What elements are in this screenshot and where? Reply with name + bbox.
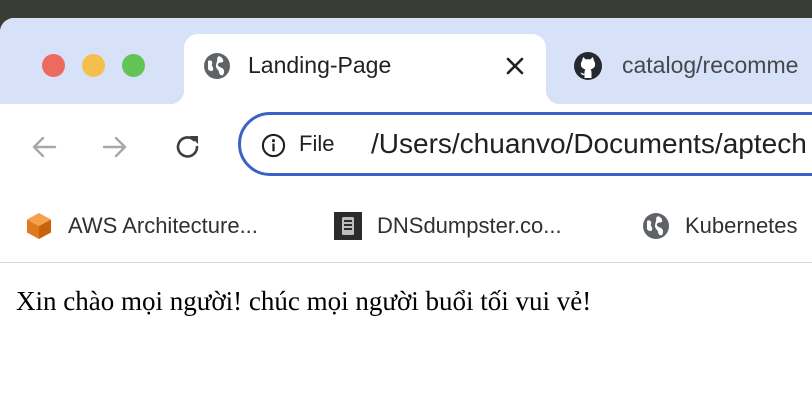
address-bar[interactable]: File /Users/chuanvo/Documents/aptech	[238, 112, 812, 176]
maximize-window-button[interactable]	[122, 54, 145, 77]
bookmark-label: DNSdumpster.co...	[377, 213, 562, 238]
tab-strip: Landing-Page catalog/recomme	[0, 18, 812, 104]
close-icon	[506, 57, 524, 75]
arrow-left-icon	[32, 136, 57, 158]
tab-catalog[interactable]: catalog/recomme	[560, 34, 812, 104]
back-button[interactable]	[28, 131, 60, 163]
bookmark-dnsdumpster[interactable]: DNSdumpster.co...	[333, 206, 562, 246]
toolbar: File /Users/chuanvo/Documents/aptech	[0, 104, 812, 194]
forward-button[interactable]	[99, 131, 131, 163]
tab-landing-page[interactable]: Landing-Page	[170, 34, 560, 104]
globe-icon	[204, 53, 230, 79]
page-body-text: Xin chào mọi người! chúc mọi người buổi …	[16, 286, 592, 316]
reload-button[interactable]	[172, 131, 204, 163]
minimize-window-button[interactable]	[82, 54, 105, 77]
bookmarks-bar: AWS Architecture... DNSdumpster.co... Ku…	[0, 194, 812, 263]
url-text[interactable]: /Users/chuanvo/Documents/aptech	[371, 126, 807, 162]
info-icon[interactable]	[261, 133, 286, 158]
reload-icon	[176, 136, 199, 158]
bookmark-kubernetes[interactable]: Kubernetes	[641, 206, 798, 246]
site-info-label[interactable]: File	[299, 129, 334, 159]
tab-title: catalog/recomme	[622, 52, 799, 78]
bookmark-label: AWS Architecture...	[68, 213, 258, 238]
bookmark-aws-architecture[interactable]: AWS Architecture...	[24, 206, 258, 246]
browser-window: Landing-Page catalog/recomme File /Users…	[0, 18, 812, 404]
close-tab-button[interactable]	[500, 51, 530, 81]
close-window-button[interactable]	[42, 54, 65, 77]
page-content: Xin chào mọi người! chúc mọi người buổi …	[0, 263, 812, 404]
tab-title: Landing-Page	[248, 52, 392, 78]
dnsdumpster-icon	[334, 212, 362, 240]
bookmark-label: Kubernetes	[685, 213, 798, 238]
github-icon	[574, 52, 602, 80]
aws-cube-icon	[27, 213, 51, 239]
arrow-right-icon	[102, 136, 127, 158]
globe-icon	[643, 213, 669, 239]
